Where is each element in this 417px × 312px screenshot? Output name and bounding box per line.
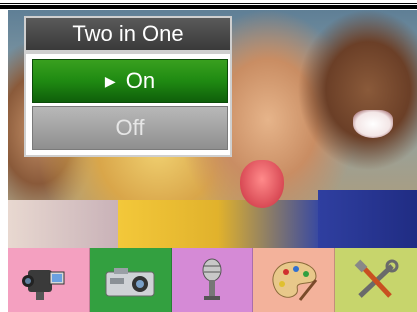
photo-detail-tongue xyxy=(240,160,284,208)
photo-detail-smile xyxy=(353,110,393,138)
menu-options: ▶ On Off xyxy=(24,52,232,157)
selected-marker-icon: ▶ xyxy=(104,72,116,89)
microphone-icon xyxy=(202,258,222,300)
camera-icon xyxy=(105,268,155,297)
option-on[interactable]: ▶ On xyxy=(32,59,228,103)
top-border-thick-line xyxy=(0,5,417,9)
tab-video[interactable] xyxy=(8,248,90,312)
tab-setup[interactable] xyxy=(335,248,417,312)
mode-tab-bar xyxy=(8,248,417,312)
photo-region-right xyxy=(318,190,417,248)
tab-audio[interactable] xyxy=(171,248,254,312)
tab-camera[interactable] xyxy=(89,248,172,312)
option-off[interactable]: Off xyxy=(32,106,228,150)
photo-region-middle xyxy=(118,200,318,248)
tab-playback[interactable] xyxy=(253,248,336,312)
menu-title: Two in One xyxy=(24,16,232,52)
tools-icon xyxy=(354,259,399,298)
option-off-label: Off xyxy=(115,115,145,140)
option-on-label: On xyxy=(125,68,156,93)
top-border xyxy=(0,0,417,10)
palette-icon xyxy=(272,261,317,301)
top-border-thin-line xyxy=(0,3,417,4)
video-camera-icon xyxy=(22,270,65,300)
photo-region-left xyxy=(8,200,118,248)
two-in-one-menu: Two in One ▶ On Off xyxy=(24,16,232,157)
